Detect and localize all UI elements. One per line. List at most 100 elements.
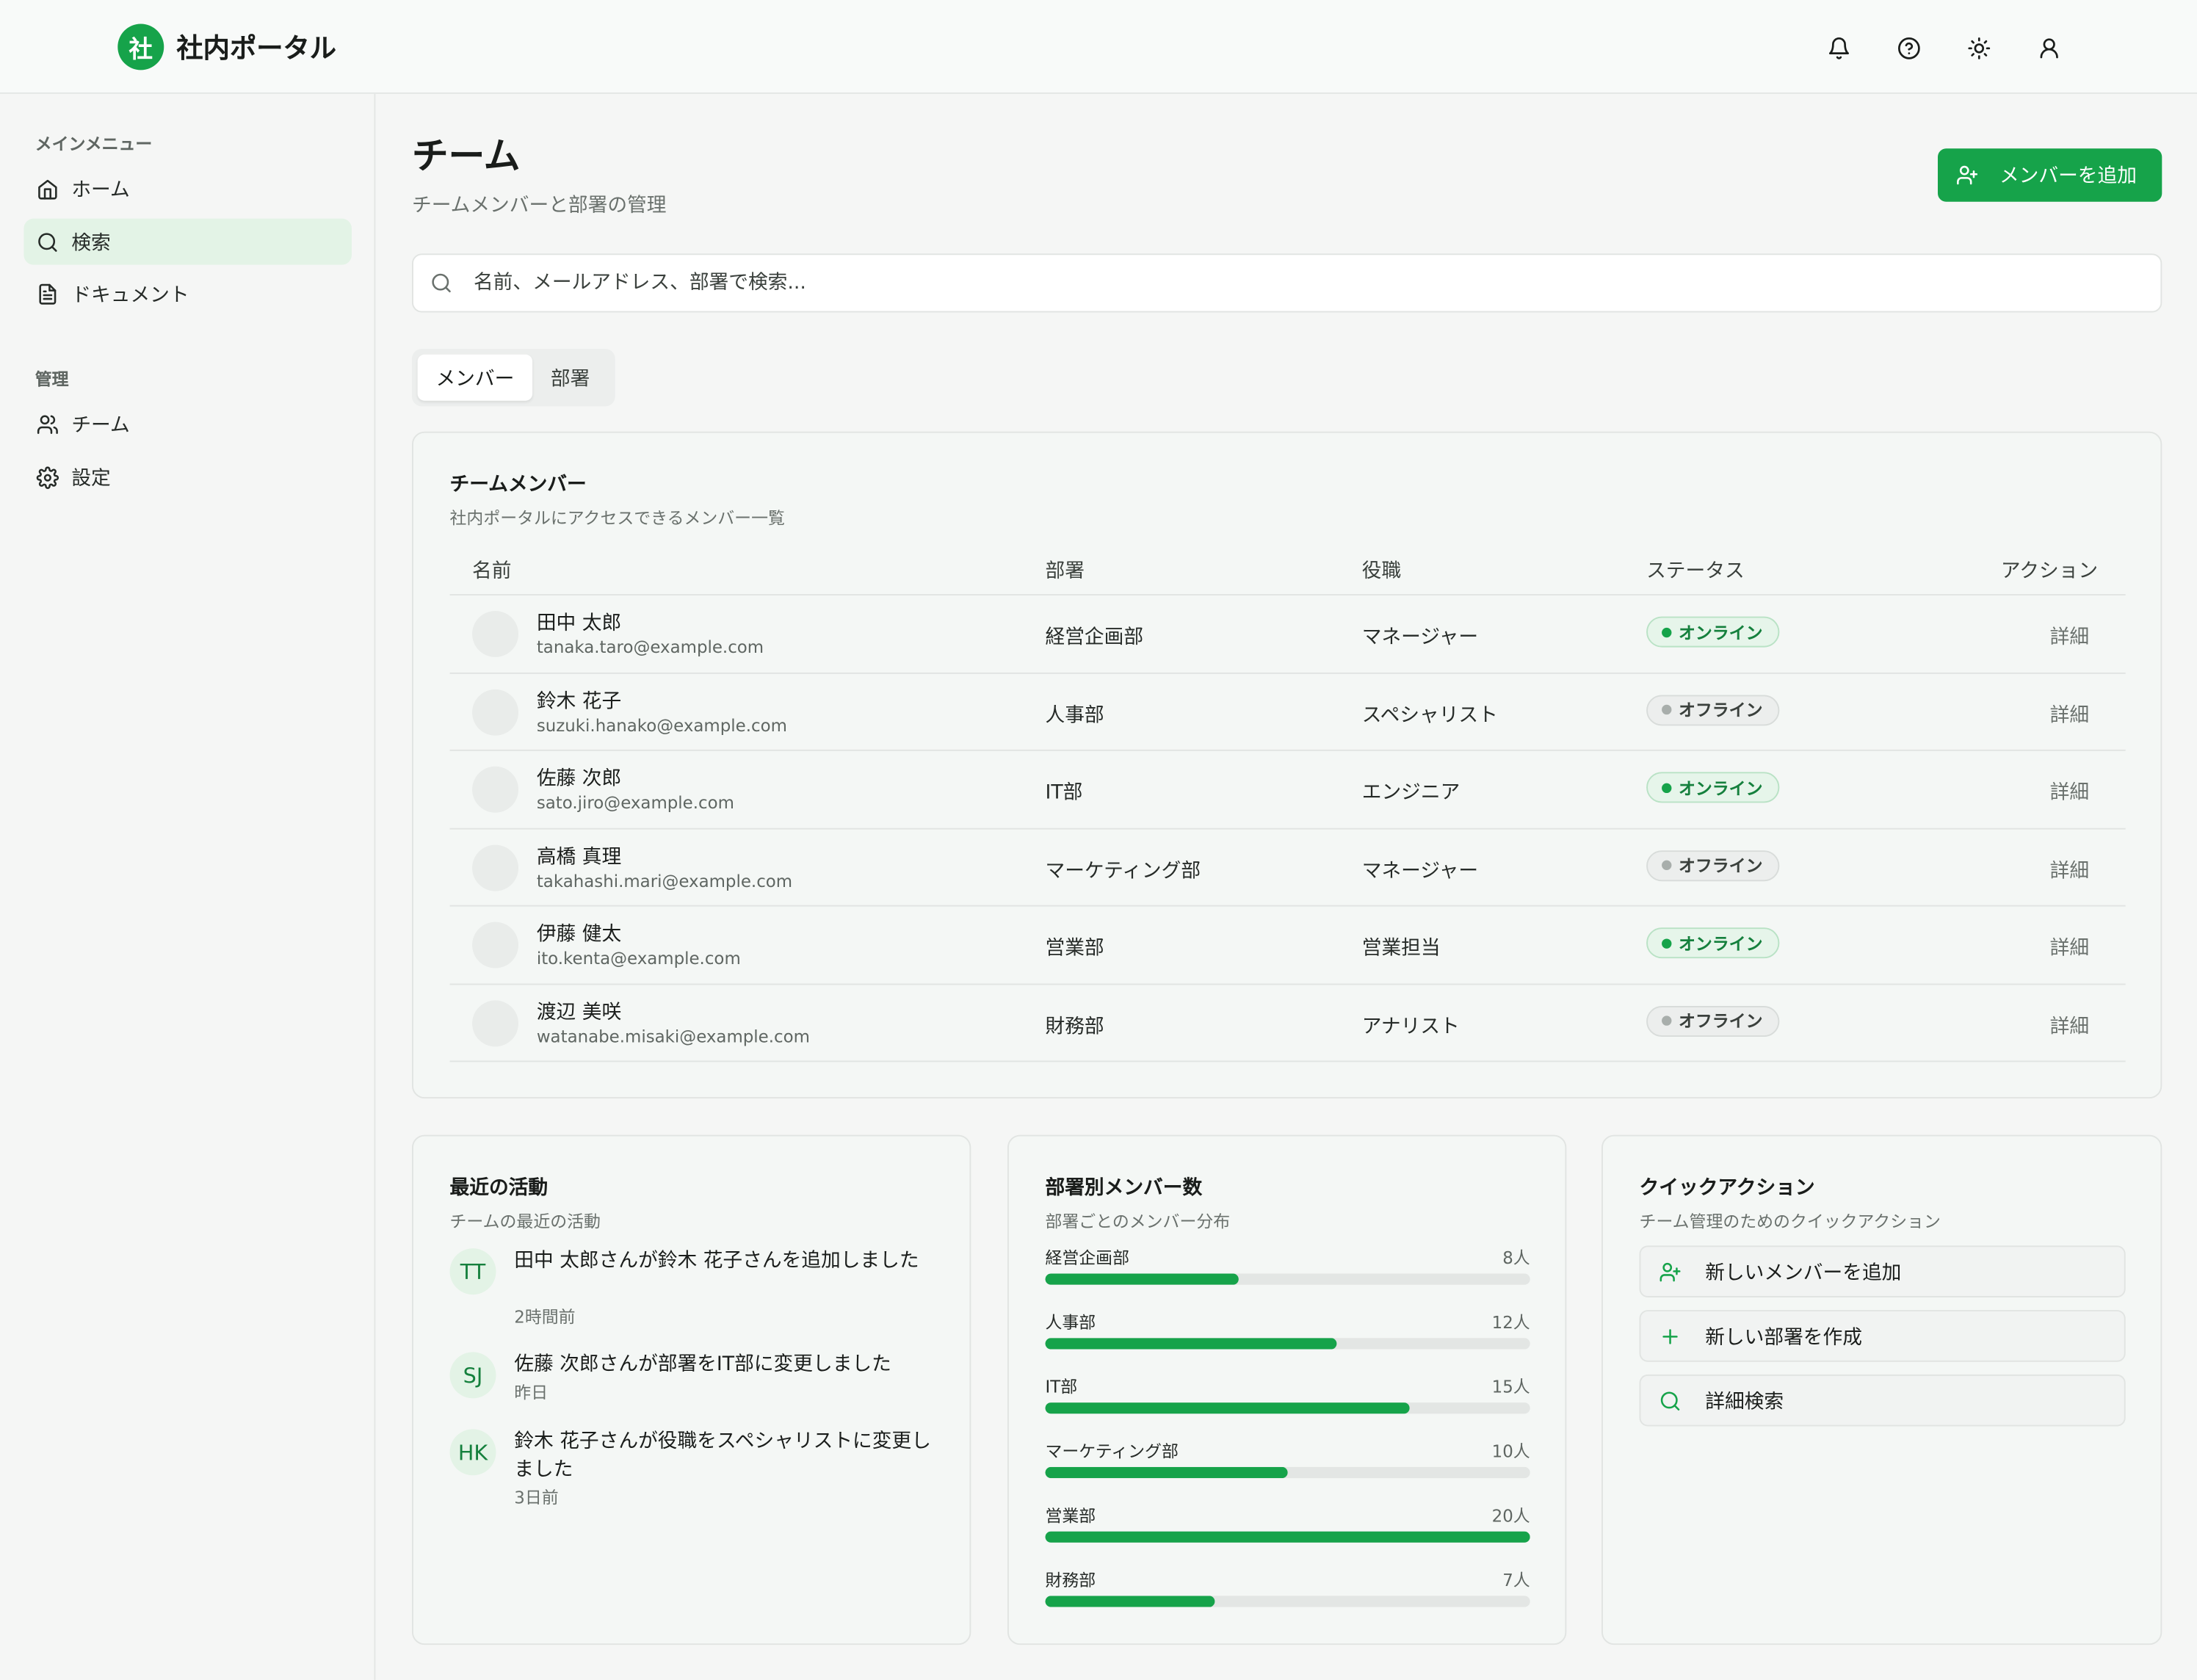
quick-action-advanced-search[interactable]: 詳細検索 — [1639, 1374, 2126, 1427]
sidebar: メインメニュー ホーム 検索 ドキュメント 管理 チーム 設定 — [0, 93, 376, 1680]
plus-icon — [1662, 1328, 1678, 1344]
table-row: 田中 太郎 tanaka.taro@example.com 経営企画部 マネージャー オ… — [449, 594, 2126, 673]
avatar — [472, 922, 519, 968]
sidebar-item-home[interactable]: ホーム — [23, 165, 352, 211]
members-card-title: チームメンバー — [449, 473, 587, 496]
sidebar-section-admin: 管理 — [35, 369, 69, 390]
detail-link[interactable]: 詳細 — [2050, 622, 2089, 650]
avatar: SJ — [449, 1352, 496, 1399]
gear-icon — [36, 466, 59, 488]
member-name: 佐藤 次郎 — [536, 767, 622, 791]
avatar: TT — [449, 1248, 496, 1295]
column-header-status: ステータス — [1646, 560, 1745, 583]
app-title[interactable]: 社内ポータル — [176, 28, 336, 66]
member-email: takahashi.mari@example.com — [536, 870, 793, 891]
sidebar-item-label: ドキュメント — [71, 283, 189, 306]
member-name: 渡辺 美咲 — [536, 1001, 622, 1024]
document-icon — [39, 283, 57, 304]
status-badge: オンライン — [1646, 616, 1780, 648]
avatar — [472, 844, 519, 891]
add-member-button-label: メンバーを追加 — [1999, 165, 2137, 188]
department-bar-fill — [1045, 1402, 1409, 1414]
activity-text: 佐藤 次郎さんが部署をIT部に変更しました — [514, 1353, 891, 1376]
quick-action-add-member[interactable]: 新しいメンバーを追加 — [1639, 1245, 2126, 1297]
table-row: 佐藤 次郎 sato.jiro@example.com IT部 エンジニア オンライン 詳… — [449, 749, 2126, 828]
member-role: マネージャー — [1361, 859, 1479, 883]
logo-badge: 社 — [117, 23, 164, 70]
status-label: オンライン — [1678, 623, 1763, 642]
member-department: マーケティング部 — [1045, 859, 1201, 883]
search-icon — [38, 232, 57, 251]
activity-time: 昨日 — [514, 1383, 549, 1403]
department-bar-fill — [1045, 1531, 1530, 1543]
sidebar-item-search[interactable]: 検索 — [23, 218, 352, 265]
tab-departments[interactable]: 部署 — [532, 355, 608, 401]
member-email: ito.kenta@example.com — [536, 948, 741, 968]
quick-action-label: 新しいメンバーを追加 — [1705, 1261, 1902, 1284]
department-bar-fill — [1045, 1466, 1288, 1479]
status-badge: オフライン — [1646, 694, 1780, 725]
member-email: sato.jiro@example.com — [536, 793, 734, 813]
department-name: 経営企画部 — [1045, 1248, 1130, 1268]
help-circle-icon[interactable] — [1892, 31, 1925, 65]
status-dot — [1662, 860, 1672, 870]
department-bar-track — [1045, 1338, 1530, 1350]
department-card: 部署別メンバー数 部署ごとのメンバー分布 経営企画部 8人 人事部 12人 IT部 15人… — [1007, 1134, 1567, 1645]
search-input[interactable] — [471, 270, 2088, 296]
department-count: 20人 — [1491, 1506, 1530, 1526]
member-role: 営業担当 — [1361, 937, 1441, 960]
activity-text: 鈴木 花子さんが役職をスペシャリストに変更しました — [514, 1430, 931, 1481]
detail-link[interactable]: 詳細 — [2050, 700, 2089, 728]
department-name: IT部 — [1045, 1377, 1078, 1397]
table-row: 鈴木 花子 suzuki.hanako@example.com 人事部 スペシャリスト… — [449, 671, 2126, 750]
column-header-action: アクション — [2000, 560, 2099, 583]
column-header-name: 名前 — [472, 560, 512, 583]
sidebar-item-team[interactable]: チーム — [23, 401, 352, 447]
activity-time: 2時間前 — [514, 1307, 576, 1328]
user-icon[interactable] — [2032, 31, 2066, 65]
status-badge: オフライン — [1646, 1005, 1780, 1037]
member-email: tanaka.taro@example.com — [536, 637, 764, 657]
page-subtitle: チームメンバーと部署の管理 — [411, 195, 667, 217]
bell-icon[interactable] — [1822, 31, 1856, 65]
sidebar-item-label: 設定 — [71, 467, 111, 490]
member-name: 鈴木 花子 — [536, 689, 622, 713]
status-label: オフライン — [1678, 700, 1763, 720]
status-label: オンライン — [1678, 933, 1763, 954]
member-department: IT部 — [1045, 781, 1083, 805]
page-title: チーム — [411, 136, 521, 178]
table-row: 渡辺 美咲 watanabe.misaki@example.com 財務部 アナリスト… — [449, 982, 2126, 1062]
status-badge: オンライン — [1646, 772, 1780, 803]
status-dot — [1662, 626, 1672, 637]
search-bar — [411, 253, 2162, 313]
detail-link[interactable]: 詳細 — [2050, 778, 2089, 805]
department-bar-track — [1045, 1531, 1530, 1543]
avatar — [472, 999, 519, 1046]
detail-link[interactable]: 詳細 — [2050, 855, 2089, 883]
department-bar-track — [1045, 1466, 1530, 1479]
department-bar-track — [1045, 1596, 1530, 1607]
department-count: 10人 — [1491, 1441, 1530, 1462]
member-email: watanabe.misaki@example.com — [536, 1026, 810, 1046]
department-bar-track — [1045, 1402, 1530, 1414]
add-member-button[interactable]: メンバーを追加 — [1937, 148, 2162, 202]
status-label: オンライン — [1678, 778, 1763, 798]
detail-link[interactable]: 詳細 — [2050, 933, 2089, 961]
quick-actions-card-subtitle: チーム管理のためのクイックアクション — [1639, 1212, 1941, 1232]
sun-icon[interactable] — [1961, 31, 1995, 65]
users-icon — [37, 414, 58, 433]
quick-action-create-department[interactable]: 新しい部署を作成 — [1639, 1310, 2126, 1362]
tab-members[interactable]: メンバー — [417, 354, 533, 401]
search-icon — [432, 273, 451, 293]
activity-card-subtitle: チームの最近の活動 — [449, 1212, 601, 1232]
activity-card: 最近の活動 チームの最近の活動 TT 田中 太郎さんが鈴木 花子さんを追加しました… — [411, 1134, 971, 1645]
quick-actions-card: クイックアクション チーム管理のためのクイックアクション 新しいメンバーを追加 … — [1601, 1134, 2162, 1645]
sidebar-item-settings[interactable]: 設定 — [23, 454, 352, 500]
activity-time: 3日前 — [514, 1488, 559, 1508]
quick-action-label: 詳細検索 — [1705, 1390, 1784, 1413]
department-name: 人事部 — [1045, 1312, 1096, 1333]
detail-link[interactable]: 詳細 — [2050, 1011, 2089, 1039]
sidebar-item-documents[interactable]: ドキュメント — [23, 270, 352, 316]
sidebar-item-label: 検索 — [71, 231, 111, 255]
members-card-subtitle: 社内ポータルにアクセスできるメンバー一覧 — [449, 508, 785, 529]
